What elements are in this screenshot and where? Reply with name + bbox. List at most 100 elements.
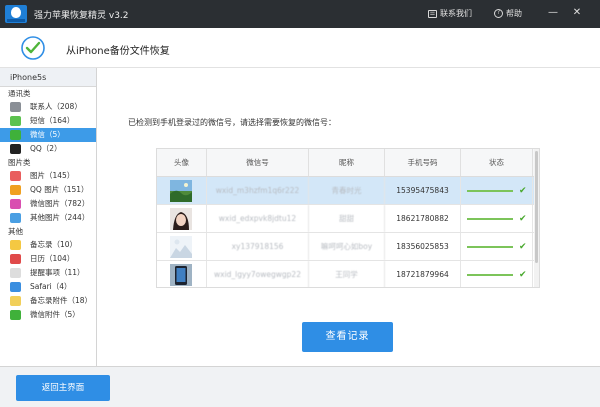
sidebar-item[interactable]: 备忘录（10）	[0, 238, 96, 252]
sidebar-group-title: 通讯类	[8, 89, 31, 98]
category-icon	[10, 282, 21, 292]
nickname-cell: 王同学	[309, 261, 385, 287]
column-header-nickname: 昵称	[309, 149, 385, 176]
scrollbar-thumb[interactable]	[535, 151, 538, 263]
status-progress-bar	[467, 190, 513, 192]
sidebar-item-label: 备忘录（10）	[30, 240, 78, 249]
restore-check-icon	[21, 36, 45, 60]
title-bar: 强力苹果恢复精灵 v3.2 ☰ 联系我们 ? 帮助 — ✕	[0, 0, 600, 28]
sidebar-item[interactable]: 其他图片（244）	[0, 211, 96, 225]
minimize-button[interactable]: —	[546, 6, 560, 20]
page-title: 从iPhone备份文件恢复	[66, 46, 170, 57]
help-label: 帮助	[506, 9, 522, 18]
phone-cell: 18621780882	[385, 205, 461, 232]
avatar	[170, 264, 192, 286]
check-icon: ✔	[519, 242, 527, 252]
nickname-cell: 甜甜	[309, 205, 385, 232]
category-icon	[10, 102, 21, 112]
status-progress-fill	[467, 274, 513, 276]
phone-cell: 15395475843	[385, 177, 461, 204]
sidebar-item[interactable]: 短信（164）	[0, 114, 96, 128]
check-icon: ✔	[519, 186, 527, 196]
sidebar-item[interactable]: 联系人（208）	[0, 100, 96, 114]
status-progress-fill	[467, 246, 513, 248]
sidebar-item-label: 图片（145）	[30, 171, 75, 180]
category-icon	[10, 199, 21, 209]
wechat-account-table: 头像 微信号 昵称 手机号码 状态 wxid_m3hzfm1q6r222 青春时光…	[156, 148, 540, 288]
back-to-main-button[interactable]: 返回主界面	[16, 375, 110, 401]
category-icon	[10, 213, 21, 223]
category-icon	[10, 296, 21, 306]
sidebar-item[interactable]: Safari（4）	[0, 280, 96, 294]
table-scrollbar[interactable]	[534, 149, 539, 287]
status-progress-fill	[467, 190, 513, 192]
sidebar-item-label: 其他图片（244）	[30, 213, 90, 222]
contact-us-link[interactable]: ☰ 联系我们	[428, 8, 472, 19]
category-icon	[10, 310, 21, 320]
avatar-cell	[157, 261, 207, 287]
sidebar-item-label: Safari（4）	[30, 282, 72, 291]
footer: 返回主界面	[0, 366, 600, 407]
help-icon: ?	[494, 9, 503, 18]
sidebar-item[interactable]: 微信（5）	[0, 128, 96, 142]
status-cell: ✔	[461, 205, 533, 232]
sidebar-group-title: 图片类	[8, 158, 31, 167]
category-icon	[10, 116, 21, 126]
avatar-cell	[157, 233, 207, 260]
sidebar-item-label: 微信（5）	[30, 130, 65, 139]
sidebar-item-label: 提醒事项（11）	[30, 268, 85, 277]
close-button[interactable]: ✕	[570, 6, 584, 20]
view-records-button[interactable]: 查看记录	[302, 322, 393, 352]
sidebar-group-title: 其他	[8, 227, 23, 236]
status-progress-bar	[467, 218, 513, 220]
sidebar-item[interactable]: QQ 图片（151）	[0, 183, 96, 197]
sidebar-item[interactable]: 日历（104）	[0, 252, 96, 266]
category-icon	[10, 130, 21, 140]
contact-icon: ☰	[428, 9, 437, 18]
status-cell: ✔	[461, 177, 533, 204]
check-icon: ✔	[519, 214, 527, 224]
sidebar-item-label: QQ 图片（151）	[30, 185, 89, 194]
sidebar-item[interactable]: 微信图片（782）	[0, 197, 96, 211]
selection-prompt: 已检测到手机登录过的微信号，请选择需要恢复的微信号：	[128, 118, 336, 127]
status-cell: ✔	[461, 233, 533, 260]
category-icon	[10, 144, 21, 154]
avatar-cell	[157, 205, 207, 232]
help-link[interactable]: ? 帮助	[494, 8, 522, 19]
sidebar-item[interactable]: 提醒事项（11）	[0, 266, 96, 280]
page-header: 从iPhone备份文件恢复	[0, 28, 600, 68]
status-cell: ✔	[461, 261, 533, 287]
table-row[interactable]: xy137918156 嘛呵呵心如boy 18356025853 ✔	[157, 233, 539, 261]
sidebar-item[interactable]: 备忘录附件（18）	[0, 294, 96, 308]
wechat-id-cell: wxid_m3hzfm1q6r222	[207, 177, 309, 204]
status-progress-fill	[467, 218, 513, 220]
app-logo-icon	[5, 5, 27, 23]
sidebar: iPhone5s 通讯类 联系人（208） 短信（164） 微信（5） QQ（2） 图片类…	[0, 68, 97, 366]
table-row[interactable]: wxid_edxpvk8jdtu12 甜甜 18621780882 ✔	[157, 205, 539, 233]
nickname-cell: 嘛呵呵心如boy	[309, 233, 385, 260]
sidebar-item[interactable]: QQ（2）	[0, 142, 96, 156]
column-header-avatar: 头像	[157, 149, 207, 176]
sidebar-item-label: 联系人（208）	[30, 102, 82, 111]
table-row[interactable]: wxid_lgyy7owegwgp22 王同学 18721879964 ✔	[157, 261, 539, 287]
category-icon	[10, 185, 21, 195]
category-icon	[10, 171, 21, 181]
wechat-id-cell: wxid_lgyy7owegwgp22	[207, 261, 309, 287]
wechat-id-cell: xy137918156	[207, 233, 309, 260]
category-icon	[10, 268, 21, 278]
sidebar-item-label: 短信（164）	[30, 116, 75, 125]
sidebar-item-label: 微信图片（782）	[30, 199, 90, 208]
sidebar-item-label: 日历（104）	[30, 254, 75, 263]
status-progress-bar	[467, 274, 513, 276]
sidebar-item-label: 微信附件（5）	[30, 310, 80, 319]
contact-us-label: 联系我们	[440, 9, 472, 18]
table-row[interactable]: wxid_m3hzfm1q6r222 青春时光 15395475843 ✔	[157, 177, 539, 205]
column-header-phone: 手机号码	[385, 149, 461, 176]
avatar	[170, 180, 192, 202]
sidebar-item[interactable]: 图片（145）	[0, 169, 96, 183]
table-header: 头像 微信号 昵称 手机号码 状态	[157, 149, 539, 177]
wechat-id-cell: wxid_edxpvk8jdtu12	[207, 205, 309, 232]
nickname-cell: 青春时光	[309, 177, 385, 204]
sidebar-item[interactable]: 微信附件（5）	[0, 308, 96, 322]
avatar	[170, 208, 192, 230]
